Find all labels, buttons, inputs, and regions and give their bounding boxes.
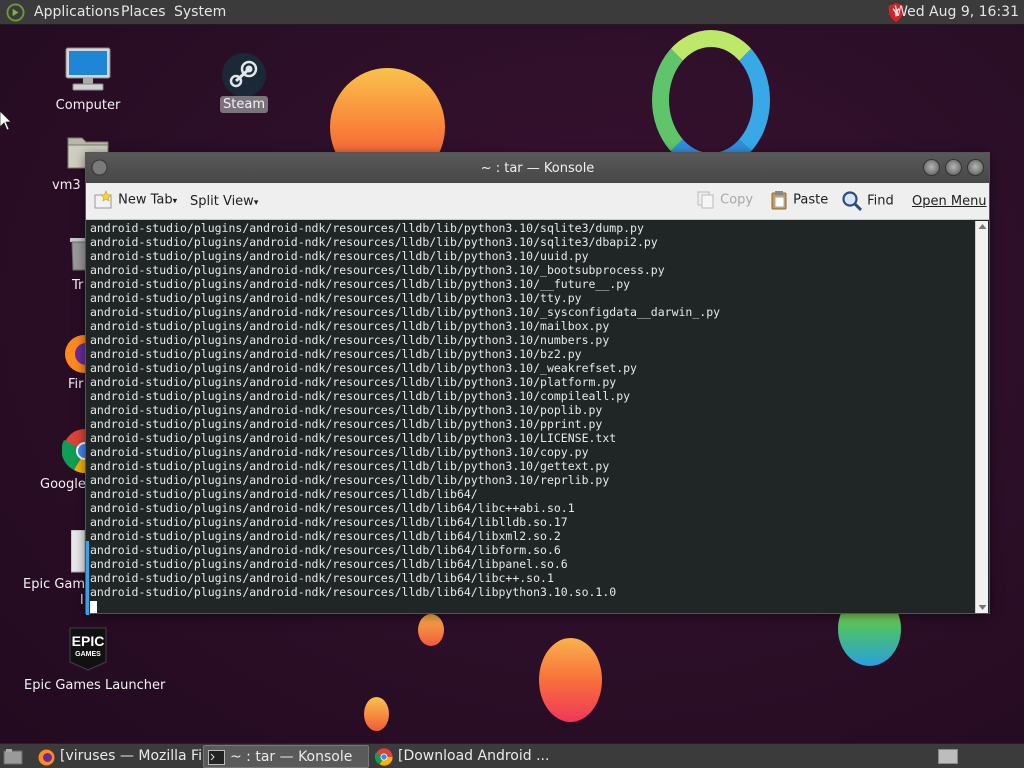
terminal-scrollbar[interactable]: [975, 221, 988, 613]
konsole-toolbar: New Tab▾ Split View▾ Copy Paste Find Ope…: [86, 183, 989, 220]
copy-button[interactable]: Copy: [696, 190, 753, 210]
copy-icon: [697, 191, 714, 209]
konsole-window[interactable]: ~ : tar — Konsole New Tab▾ Split View▾ C…: [85, 152, 990, 615]
menu-applications[interactable]: Applications: [34, 4, 120, 20]
terminal-line: android-studio/plugins/android-ndk/resou…: [90, 529, 561, 543]
scroll-up-icon[interactable]: [978, 223, 987, 230]
terminal-line: android-studio/plugins/android-ndk/resou…: [90, 459, 610, 473]
show-desktop-icon[interactable]: [3, 748, 23, 765]
window-title: ~ : tar — Konsole: [480, 161, 595, 176]
new-tab-icon: [94, 190, 112, 209]
desktop-icon-label: Steam: [214, 96, 274, 113]
terminal-line: android-studio/plugins/android-ndk/resou…: [90, 487, 478, 501]
scroll-down-icon[interactable]: [978, 604, 987, 611]
wallpaper-small-blob: [418, 614, 444, 646]
terminal-focus-marker: [86, 541, 89, 615]
desktop-icon-epic-games-launcher[interactable]: EPIC GAMES Epic Games Launcher: [20, 626, 165, 696]
taskbar-item-konsole[interactable]: ~ : tar — Konsole: [203, 745, 369, 768]
computer-icon: [65, 47, 111, 91]
taskbar-item-firefox[interactable]: [viruses — Mozilla Fi...: [34, 745, 215, 768]
terminal-line: android-studio/plugins/android-ndk/resou…: [90, 585, 617, 599]
menu-system[interactable]: System: [174, 4, 226, 20]
terminal-line: android-studio/plugins/android-ndk/resou…: [90, 249, 589, 263]
desktop-icon-firefox[interactable]: Fir: [60, 330, 103, 396]
terminal-line: android-studio/plugins/android-ndk/resou…: [90, 403, 603, 417]
desktop-icon-steam[interactable]: Steam: [214, 52, 274, 116]
bottom-panel: [viruses — Mozilla Fi... ~ : tar — Konso…: [0, 743, 1024, 768]
file-icon: [71, 530, 85, 573]
menu-places[interactable]: Places: [121, 4, 166, 20]
desktop-icon-label: Epic Games Launcher: [24, 678, 166, 693]
terminal-line: android-studio/plugins/android-ndk/resou…: [90, 277, 631, 291]
steam-icon: [222, 53, 266, 97]
desktop-icon-vm3[interactable]: vm3: [46, 128, 109, 194]
taskbar-item-chrome[interactable]: [Download Android ...: [372, 745, 549, 768]
svg-text:GAMES: GAMES: [75, 651, 101, 658]
window-titlebar[interactable]: ~ : tar — Konsole: [86, 153, 989, 183]
terminal-output[interactable]: android-studio/plugins/android-ndk/resou…: [88, 221, 974, 613]
terminal-line: android-studio/plugins/android-ndk/resou…: [90, 389, 631, 403]
terminal-line: android-studio/plugins/android-ndk/resou…: [90, 347, 582, 361]
wallpaper-small-blob: [364, 697, 389, 731]
open-menu-button[interactable]: Open Menu: [912, 194, 987, 209]
terminal-line: android-studio/plugins/android-ndk/resou…: [90, 319, 610, 333]
mate-logo-icon[interactable]: [6, 3, 25, 22]
paste-icon: [771, 191, 787, 210]
terminal-line: android-studio/plugins/android-ndk/resou…: [90, 263, 665, 277]
terminal-line: android-studio/plugins/android-ndk/resou…: [90, 501, 575, 515]
desktop-icon-epic-games-file[interactable]: Epic Game l: [23, 530, 94, 610]
terminal-line: android-studio/plugins/android-ndk/resou…: [90, 431, 617, 445]
terminal-line: android-studio/plugins/android-ndk/resou…: [90, 445, 589, 459]
desktop-icon-chrome[interactable]: Google: [40, 428, 107, 494]
svg-text:EPIC: EPIC: [72, 633, 105, 649]
terminal-line: android-studio/plugins/android-ndk/resou…: [90, 333, 610, 347]
close-button[interactable]: [967, 159, 984, 176]
top-panel: Applications Places System Wed Aug 9, 16…: [0, 0, 1024, 25]
terminal-line: android-studio/plugins/android-ndk/resou…: [90, 305, 721, 319]
terminal-cursor: [90, 600, 97, 613]
desktop-icon-label: Google: [40, 477, 86, 492]
epic-games-icon: EPIC GAMES: [69, 627, 107, 671]
maximize-button[interactable]: [945, 159, 962, 176]
new-tab-button[interactable]: New Tab▾: [94, 190, 177, 210]
desktop-icon-computer[interactable]: Computer: [43, 45, 133, 115]
terminal-lines: android-studio/plugins/android-ndk/resou…: [90, 221, 974, 599]
workspace-switcher-icon[interactable]: [938, 749, 958, 764]
terminal-prompt-line: [90, 599, 974, 613]
chrome-icon: [375, 748, 393, 766]
terminal-line: android-studio/plugins/android-ndk/resou…: [90, 221, 644, 235]
terminal-line: android-studio/plugins/android-ndk/resou…: [90, 235, 658, 249]
split-view-button[interactable]: Split View▾: [190, 194, 258, 209]
terminal-line: android-studio/plugins/android-ndk/resou…: [90, 473, 610, 487]
firefox-icon: [38, 749, 55, 766]
terminal-line: android-studio/plugins/android-ndk/resou…: [90, 557, 568, 571]
desktop-icon-label: Epic Game: [23, 577, 94, 592]
terminal-line: android-studio/plugins/android-ndk/resou…: [90, 375, 617, 389]
wallpaper-green-ring: [652, 30, 770, 170]
minimize-button[interactable]: [923, 159, 940, 176]
panel-clock[interactable]: Wed Aug 9, 16:31: [894, 4, 1019, 20]
paste-button[interactable]: Paste: [769, 190, 828, 210]
terminal-line: android-studio/plugins/android-ndk/resou…: [90, 291, 582, 305]
terminal-line: android-studio/plugins/android-ndk/resou…: [90, 543, 561, 557]
wallpaper-pink-blob: [539, 638, 602, 722]
find-button[interactable]: Find: [841, 190, 894, 212]
search-icon: [842, 191, 863, 212]
terminal-line: android-studio/plugins/android-ndk/resou…: [90, 361, 637, 375]
terminal-line: android-studio/plugins/android-ndk/resou…: [90, 515, 568, 529]
terminal-icon: [208, 750, 225, 765]
terminal-line: android-studio/plugins/android-ndk/resou…: [90, 417, 603, 431]
desktop-icon-label: Computer: [55, 98, 121, 113]
terminal-line: android-studio/plugins/android-ndk/resou…: [90, 571, 554, 585]
mouse-pointer-icon: [0, 111, 12, 131]
desktop-icon-trash[interactable]: Tr: [60, 228, 90, 294]
